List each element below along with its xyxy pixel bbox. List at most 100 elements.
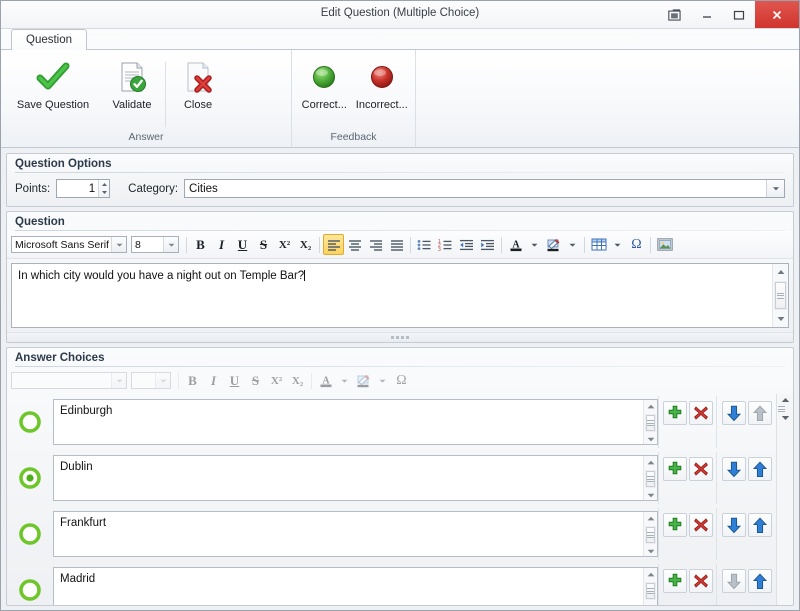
answer-field-scrollbar[interactable] [643,512,657,556]
align-right-icon[interactable] [365,234,386,255]
delete-answer-button[interactable] [689,569,713,593]
align-center-icon[interactable] [344,234,365,255]
answer-text: Dublin [54,456,643,500]
answer-scroll-up-icon[interactable] [643,400,659,413]
answer-scroll-down-icon[interactable] [643,433,659,446]
subscript-button[interactable]: X₂ [295,234,316,255]
answer-correct-radio[interactable] [7,564,53,605]
maximize-icon[interactable] [723,1,755,28]
underline-button[interactable]: U [232,234,253,255]
table-chevron-down-icon[interactable] [609,234,626,255]
decrease-indent-icon[interactable] [456,234,477,255]
increase-indent-icon[interactable] [477,234,498,255]
answer-scroll-up-icon[interactable] [643,456,659,469]
add-answer-button[interactable] [663,513,687,537]
delete-answer-button[interactable] [689,513,713,537]
restore-window-icon[interactable] [659,1,691,28]
answer-scroll-track[interactable] [645,470,656,488]
numbered-list-icon[interactable]: 123 [435,234,456,255]
category-combobox[interactable]: Cities [184,179,785,198]
font-color-chevron-down-icon[interactable] [526,234,543,255]
move-answer-up-button[interactable] [748,513,772,537]
font-family-chevron-down-icon[interactable] [111,237,126,252]
move-answer-down-button[interactable] [722,513,746,537]
scroll-track[interactable] [774,281,787,310]
answers-scroll-down-icon[interactable] [781,412,790,424]
save-question-button[interactable]: Save Question [5,56,101,111]
incorrect-feedback-label: Incorrect... [356,99,408,111]
answer-field-scrollbar[interactable] [643,456,657,500]
answer-scroll-thumb[interactable] [646,527,655,543]
category-value: Cities [185,183,766,195]
answer-scroll-thumb[interactable] [646,471,655,487]
close-icon[interactable] [755,1,799,28]
points-input[interactable] [57,180,98,197]
add-answer-button[interactable] [663,569,687,593]
align-left-icon[interactable] [323,234,344,255]
question-answers-splitter[interactable] [7,332,793,342]
answer-correct-radio[interactable] [7,396,53,448]
answer-text-field[interactable]: Edinburgh [53,399,658,445]
answer-scroll-down-icon[interactable] [643,601,659,605]
font-family-combobox[interactable]: Microsoft Sans Serif [11,236,127,253]
answer-scroll-up-icon[interactable] [643,512,659,525]
superscript-button[interactable]: X² [274,234,295,255]
add-answer-button[interactable] [663,401,687,425]
answers-scroll-up-icon[interactable] [781,394,790,406]
scroll-up-icon[interactable] [773,264,789,280]
bold-button[interactable]: B [190,234,211,255]
highlight-chevron-down-icon[interactable] [564,234,581,255]
points-stepper[interactable] [56,179,110,198]
image-icon[interactable] [654,234,675,255]
strikethrough-button[interactable]: S [253,234,274,255]
answer-scroll-thumb[interactable] [646,415,655,431]
incorrect-feedback-button[interactable]: Incorrect... [353,56,411,111]
question-editor[interactable]: In which city would you have a night out… [11,263,789,328]
chevron-down-icon[interactable] [766,180,784,197]
answer-correct-radio[interactable] [7,508,53,560]
align-justify-icon[interactable] [386,234,407,255]
minimize-icon[interactable] [691,1,723,28]
answer-scroll-down-icon[interactable] [643,545,659,558]
tab-question[interactable]: Question [11,29,87,50]
font-color-button[interactable]: A [505,234,526,255]
question-editor-scrollbar[interactable] [772,264,788,327]
answer-field-scrollbar[interactable] [643,568,657,605]
delete-answer-button[interactable] [689,457,713,481]
answer-text-field[interactable]: Frankfurt [53,511,658,557]
delete-answer-button[interactable] [689,401,713,425]
move-answer-up-button[interactable] [748,457,772,481]
close-button[interactable]: Close [168,56,228,111]
answer-list-scrollbar[interactable] [776,394,793,605]
scroll-thumb[interactable] [775,282,786,309]
validate-button[interactable]: Validate [101,56,163,111]
bullet-list-icon[interactable] [414,234,435,255]
points-up-icon[interactable] [99,180,109,189]
question-editor-area[interactable]: In which city would you have a night out… [12,264,772,327]
answer-scroll-down-icon[interactable] [643,489,659,502]
points-arrows[interactable] [98,180,109,197]
answer-scroll-track[interactable] [645,414,656,432]
move-answer-down-button[interactable] [722,457,746,481]
scroll-down-icon[interactable] [773,311,789,327]
move-answer-down-button[interactable] [722,401,746,425]
answer-scroll-up-icon[interactable] [643,568,659,581]
highlight-icon[interactable] [543,234,564,255]
answer-scroll-thumb[interactable] [646,583,655,599]
move-answer-up-button[interactable] [748,569,772,593]
points-down-icon[interactable] [99,189,109,198]
symbol-button[interactable]: Ω [626,234,647,255]
answer-scroll-track[interactable] [645,582,656,600]
answer-scroll-track[interactable] [645,526,656,544]
answer-field-scrollbar[interactable] [643,400,657,444]
font-size-combobox[interactable]: 8 [131,236,179,253]
answer-text-field[interactable]: Madrid [53,567,658,605]
answer-correct-radio[interactable] [7,452,53,504]
answer-text-field[interactable]: Dublin [53,455,658,501]
correct-feedback-button[interactable]: Correct... [296,56,353,111]
table-icon[interactable] [588,234,609,255]
answers-scroll-thumb[interactable] [778,406,792,411]
add-answer-button[interactable] [663,457,687,481]
italic-button[interactable]: I [211,234,232,255]
font-size-chevron-down-icon[interactable] [163,237,178,252]
